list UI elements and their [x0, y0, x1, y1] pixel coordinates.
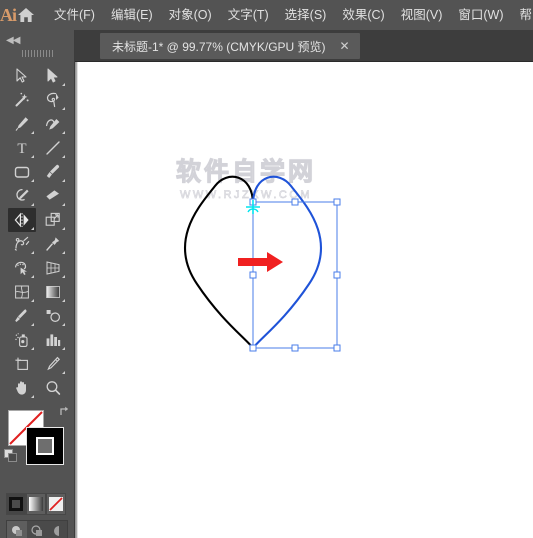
- gradient-button[interactable]: [26, 493, 46, 515]
- tool-flyout-indicator: [31, 155, 34, 158]
- app-logo: Ai: [0, 4, 17, 25]
- menu-item-help[interactable]: 帮: [512, 0, 533, 30]
- tool-flyout-indicator: [31, 347, 34, 350]
- shaper-pencil-tool[interactable]: [8, 184, 36, 208]
- shape-builder-tool[interactable]: [8, 256, 36, 280]
- menu-item-window[interactable]: 窗口(W): [450, 0, 511, 30]
- default-fill-stroke-icon[interactable]: [4, 449, 18, 463]
- tool-flyout-indicator: [62, 155, 65, 158]
- menu-item-view[interactable]: 视图(V): [393, 0, 451, 30]
- document-tab[interactable]: 未标题-1* @ 99.77% (CMYK/GPU 预览) ✕: [100, 33, 360, 59]
- mesh-tool[interactable]: [8, 280, 36, 304]
- document-canvas[interactable]: 软件自学网 WWW.RJZXW.COM: [75, 62, 533, 538]
- tool-flyout-indicator: [31, 179, 34, 182]
- illustrator-window: Ai 文件(F) 编辑(E) 对象(O) 文字(T) 选择(S) 效果(C) 视…: [0, 0, 533, 538]
- selection-bounding-box: [249, 198, 341, 352]
- color-mode-buttons: [6, 493, 68, 517]
- blend-tool[interactable]: [39, 304, 67, 328]
- menu-item-type[interactable]: 文字(T): [220, 0, 277, 30]
- close-icon[interactable]: ✕: [338, 39, 352, 53]
- panel-drag-grip[interactable]: [22, 50, 54, 57]
- home-icon[interactable]: [16, 0, 36, 30]
- tools-panel-header: ◀◀: [0, 30, 74, 62]
- tool-flyout-indicator: [31, 203, 34, 206]
- tool-flyout-indicator: [62, 203, 65, 206]
- hand-tool[interactable]: [8, 376, 36, 400]
- tool-flyout-indicator: [31, 275, 34, 278]
- eraser-tool[interactable]: [39, 184, 67, 208]
- tool-flyout-indicator: [62, 371, 65, 374]
- menu-bar: Ai 文件(F) 编辑(E) 对象(O) 文字(T) 选择(S) 效果(C) 视…: [0, 0, 533, 30]
- tool-flyout-indicator: [62, 131, 65, 134]
- tool-flyout-indicator: [62, 179, 65, 182]
- bbox-handle-tr: [333, 198, 341, 206]
- slice-tool[interactable]: [39, 352, 67, 376]
- paintbrush-tool[interactable]: [39, 160, 67, 184]
- none-button[interactable]: [46, 493, 66, 515]
- zoom-tool[interactable]: [39, 376, 67, 400]
- menu-item-object[interactable]: 对象(O): [161, 0, 220, 30]
- drawing-mode-buttons: [6, 520, 68, 538]
- collapse-panel-icon[interactable]: ◀◀: [6, 35, 20, 46]
- stroke-swatch[interactable]: [26, 427, 64, 465]
- tool-flyout-indicator: [62, 251, 65, 254]
- color-button[interactable]: [6, 493, 26, 515]
- gradient-tool[interactable]: [39, 280, 67, 304]
- tool-flyout-indicator: [62, 275, 65, 278]
- swap-fill-stroke-icon[interactable]: [58, 405, 72, 419]
- tool-flyout-indicator: [31, 131, 34, 134]
- draw-normal-button[interactable]: [7, 521, 27, 538]
- curvature-tool[interactable]: [39, 112, 67, 136]
- tools-panel: ◀◀ T: [0, 30, 75, 538]
- menu-item-file[interactable]: 文件(F): [46, 0, 103, 30]
- bbox-handle-bl: [249, 344, 257, 352]
- symbol-sprayer-tool[interactable]: [8, 328, 36, 352]
- tool-flyout-indicator: [31, 323, 34, 326]
- annotation-arrow: [238, 252, 283, 272]
- column-graph-tool[interactable]: [39, 328, 67, 352]
- tool-flyout-indicator: [62, 347, 65, 350]
- menu-item-effect[interactable]: 效果(C): [334, 0, 392, 30]
- menu-items: 文件(F) 编辑(E) 对象(O) 文字(T) 选择(S) 效果(C) 视图(V…: [46, 0, 533, 30]
- draw-behind-button[interactable]: [27, 521, 47, 538]
- artwork-heart-shape[interactable]: [75, 62, 533, 538]
- document-tab-label: 未标题-1* @ 99.77% (CMYK/GPU 预览): [112, 39, 326, 54]
- menu-item-edit[interactable]: 编辑(E): [103, 0, 161, 30]
- menu-item-select[interactable]: 选择(S): [277, 0, 335, 30]
- bbox-handle-ml: [249, 271, 257, 279]
- warp-tool[interactable]: [8, 232, 36, 256]
- puppet-warp-tool[interactable]: [39, 232, 67, 256]
- tool-flyout-indicator: [31, 395, 34, 398]
- tool-flyout-indicator: [31, 299, 34, 302]
- tool-flyout-indicator: [62, 83, 65, 86]
- tool-flyout-indicator: [31, 227, 34, 230]
- bbox-handle-tc: [291, 198, 299, 206]
- lasso-tool[interactable]: [39, 88, 67, 112]
- tool-flyout-indicator: [62, 299, 65, 302]
- eyedropper-tool[interactable]: [8, 304, 36, 328]
- magic-wand-tool[interactable]: [8, 88, 36, 112]
- reflect-tool[interactable]: [8, 208, 36, 232]
- direct-selection-tool[interactable]: [39, 64, 67, 88]
- document-tab-bar: 未标题-1* @ 99.77% (CMYK/GPU 预览) ✕: [75, 30, 533, 62]
- bbox-handle-br: [333, 344, 341, 352]
- line-segment-tool[interactable]: [39, 136, 67, 160]
- tool-flyout-indicator: [62, 227, 65, 230]
- stroke-swatch-inner: [36, 437, 54, 455]
- selection-tool[interactable]: [8, 64, 36, 88]
- tool-flyout-indicator: [31, 251, 34, 254]
- type-tool[interactable]: T: [8, 136, 36, 160]
- bbox-handle-bc: [291, 344, 299, 352]
- draw-inside-button[interactable]: [47, 521, 67, 538]
- tool-flyout-indicator: [62, 107, 65, 110]
- free-transform-tool[interactable]: [39, 208, 67, 232]
- perspective-grid-tool[interactable]: [39, 256, 67, 280]
- pen-tool[interactable]: [8, 112, 36, 136]
- tool-flyout-indicator: [62, 323, 65, 326]
- artboard-tool[interactable]: [8, 352, 36, 376]
- fill-stroke-controls: [4, 405, 70, 467]
- svg-text:T: T: [17, 141, 26, 157]
- bbox-handle-mr: [333, 271, 341, 279]
- rectangle-tool[interactable]: [8, 160, 36, 184]
